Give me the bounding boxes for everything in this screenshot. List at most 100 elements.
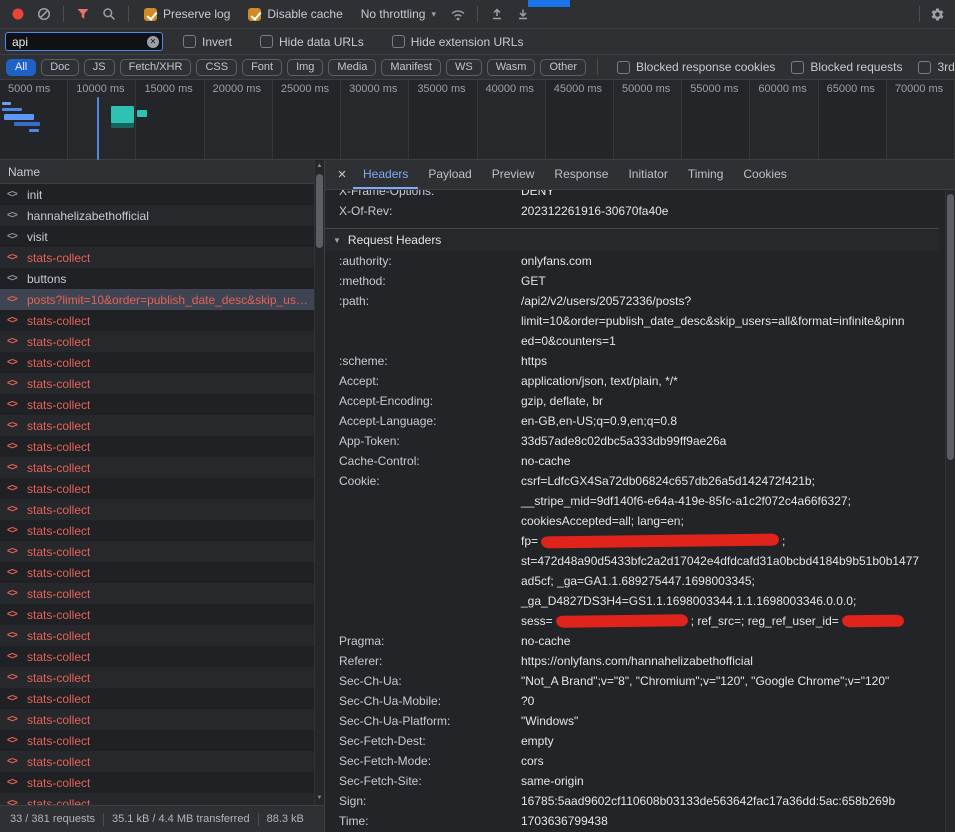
invert-checkbox[interactable]: Invert <box>183 35 232 49</box>
network-request-row[interactable]: <>init <box>0 184 324 205</box>
scroll-up-icon[interactable]: ▲ <box>315 161 324 172</box>
network-request-row[interactable]: <> stats-collect <box>0 541 324 562</box>
tab-cookies[interactable]: Cookies <box>733 160 796 189</box>
network-request-row[interactable]: <>stats-collect <box>0 793 324 805</box>
header-name: Sec-Fetch-Mode: <box>325 751 521 771</box>
settings-gear-icon[interactable] <box>925 3 949 25</box>
network-request-row[interactable]: <>stats-collect <box>0 646 324 667</box>
network-conditions-icon[interactable] <box>446 3 470 25</box>
header-name: Accept-Language: <box>325 411 521 431</box>
throttling-select[interactable]: No throttling ▾ <box>361 7 436 21</box>
details-scrollbar[interactable] <box>945 190 955 832</box>
request-headers-section[interactable]: ▼Request Headers <box>325 228 939 251</box>
checkbox-3rd-party-requests[interactable]: 3rd-party requests <box>918 60 955 74</box>
network-request-row[interactable]: <>stats-collect <box>0 478 324 499</box>
filter-pill-other[interactable]: Other <box>540 59 586 76</box>
filter-pill-media[interactable]: Media <box>328 59 376 76</box>
file-type-icon: <> <box>7 546 21 557</box>
network-request-row[interactable]: <>stats-collect <box>0 247 324 268</box>
hide-data-urls-checkbox[interactable]: Hide data URLs <box>260 35 364 49</box>
network-request-row[interactable]: <>stats-collect <box>0 751 324 772</box>
filter-input[interactable] <box>5 32 163 51</box>
network-request-row[interactable]: <>stats-collect <box>0 604 324 625</box>
checkbox-box[interactable] <box>260 35 273 48</box>
checkbox-box[interactable] <box>791 61 804 74</box>
checkbox-box[interactable] <box>144 8 157 21</box>
preserve-log-checkbox[interactable]: Preserve log <box>144 7 230 21</box>
network-request-row[interactable]: <>buttons <box>0 268 324 289</box>
network-request-row[interactable]: <>stats-collect <box>0 457 324 478</box>
network-request-row[interactable]: <>visit <box>0 226 324 247</box>
search-button[interactable] <box>97 3 121 25</box>
checkbox-box[interactable] <box>248 8 261 21</box>
network-request-row[interactable]: <>stats-collect <box>0 436 324 457</box>
network-request-row[interactable]: <>stats-collect <box>0 583 324 604</box>
header-name: :authority: <box>325 251 521 271</box>
network-request-row[interactable]: <>posts?limit=10&order=publish_date_desc… <box>0 289 324 310</box>
requests-scrollbar[interactable]: ▲ ▼ <box>314 160 324 805</box>
network-request-row[interactable]: <>stats-collect <box>0 373 324 394</box>
filter-pill-css[interactable]: CSS <box>196 59 237 76</box>
network-request-row[interactable]: <>stats-collect <box>0 667 324 688</box>
checkbox-blocked-response-cookies[interactable]: Blocked response cookies <box>617 60 775 74</box>
checkbox-box[interactable] <box>918 61 931 74</box>
checkbox-box[interactable] <box>392 35 405 48</box>
filter-pill-manifest[interactable]: Manifest <box>381 59 441 76</box>
network-request-row[interactable]: <>stats-collect <box>0 331 324 352</box>
network-request-row[interactable]: <>hannahelizabethofficial <box>0 205 324 226</box>
clear-filter-icon[interactable]: ✕ <box>147 36 159 48</box>
disable-cache-checkbox[interactable]: Disable cache <box>248 7 342 21</box>
filter-pill-js[interactable]: JS <box>84 59 115 76</box>
network-request-row[interactable]: <>stats-collect <box>0 688 324 709</box>
tab-headers[interactable]: Headers <box>353 160 418 189</box>
tab-preview[interactable]: Preview <box>482 160 545 189</box>
filter-pill-wasm[interactable]: Wasm <box>487 59 536 76</box>
header-value: DENY <box>521 190 939 201</box>
import-har-button[interactable] <box>485 3 509 25</box>
tab-response[interactable]: Response <box>544 160 618 189</box>
record-button[interactable] <box>6 3 30 25</box>
network-request-row[interactable]: <>stats-collect <box>0 310 324 331</box>
scrollbar-thumb[interactable] <box>947 194 954 460</box>
filter-pill-all[interactable]: All <box>6 59 36 76</box>
filter-toggle-button[interactable] <box>71 3 95 25</box>
checkbox-box[interactable] <box>617 61 630 74</box>
checkbox-blocked-requests[interactable]: Blocked requests <box>791 60 902 74</box>
network-request-row[interactable]: <>stats-collect <box>0 415 324 436</box>
header-value: https <box>521 351 939 371</box>
name-column-header[interactable]: Name <box>0 160 324 184</box>
network-request-row[interactable]: <>stats-collect <box>0 730 324 751</box>
scroll-down-icon[interactable]: ▼ <box>315 793 324 804</box>
hide-extension-urls-checkbox[interactable]: Hide extension URLs <box>392 35 524 49</box>
filter-pill-fetch-xhr[interactable]: Fetch/XHR <box>120 59 192 76</box>
request-name: stats-collect <box>27 482 90 496</box>
checkbox-label: Preserve log <box>163 7 230 21</box>
filter-pill-ws[interactable]: WS <box>446 59 482 76</box>
filter-pill-font[interactable]: Font <box>242 59 282 76</box>
timeline-column: 70000 ms <box>887 80 955 159</box>
close-icon[interactable]: × <box>331 166 353 183</box>
network-request-row[interactable]: <>stats-collect <box>0 520 324 541</box>
network-request-row[interactable]: <>stats-collect <box>0 772 324 793</box>
filter-pill-doc[interactable]: Doc <box>41 59 79 76</box>
network-request-row[interactable]: <>stats-collect <box>0 499 324 520</box>
scrollbar-thumb[interactable] <box>316 174 323 248</box>
tab-payload[interactable]: Payload <box>418 160 481 189</box>
network-request-row[interactable]: <>stats-collect <box>0 352 324 373</box>
network-request-row[interactable]: <>stats-collect <box>0 625 324 646</box>
redaction-scribble <box>841 614 904 627</box>
request-name: stats-collect <box>27 692 90 706</box>
request-name: stats-collect <box>27 251 90 265</box>
filter-pill-img[interactable]: Img <box>287 59 323 76</box>
timeline-overview[interactable]: 5000 ms10000 ms15000 ms20000 ms25000 ms3… <box>0 80 955 160</box>
network-request-row[interactable]: <>stats-collect <box>0 394 324 415</box>
network-request-row[interactable]: <>stats-collect <box>0 562 324 583</box>
disclosure-triangle-icon[interactable]: ▼ <box>333 236 341 245</box>
network-request-row[interactable]: <>stats-collect <box>0 709 324 730</box>
tab-timing[interactable]: Timing <box>678 160 734 189</box>
checkbox-box[interactable] <box>183 35 196 48</box>
clear-button[interactable] <box>32 3 56 25</box>
tab-initiator[interactable]: Initiator <box>618 160 677 189</box>
request-name: stats-collect <box>27 545 90 559</box>
redaction-scribble <box>540 533 779 548</box>
